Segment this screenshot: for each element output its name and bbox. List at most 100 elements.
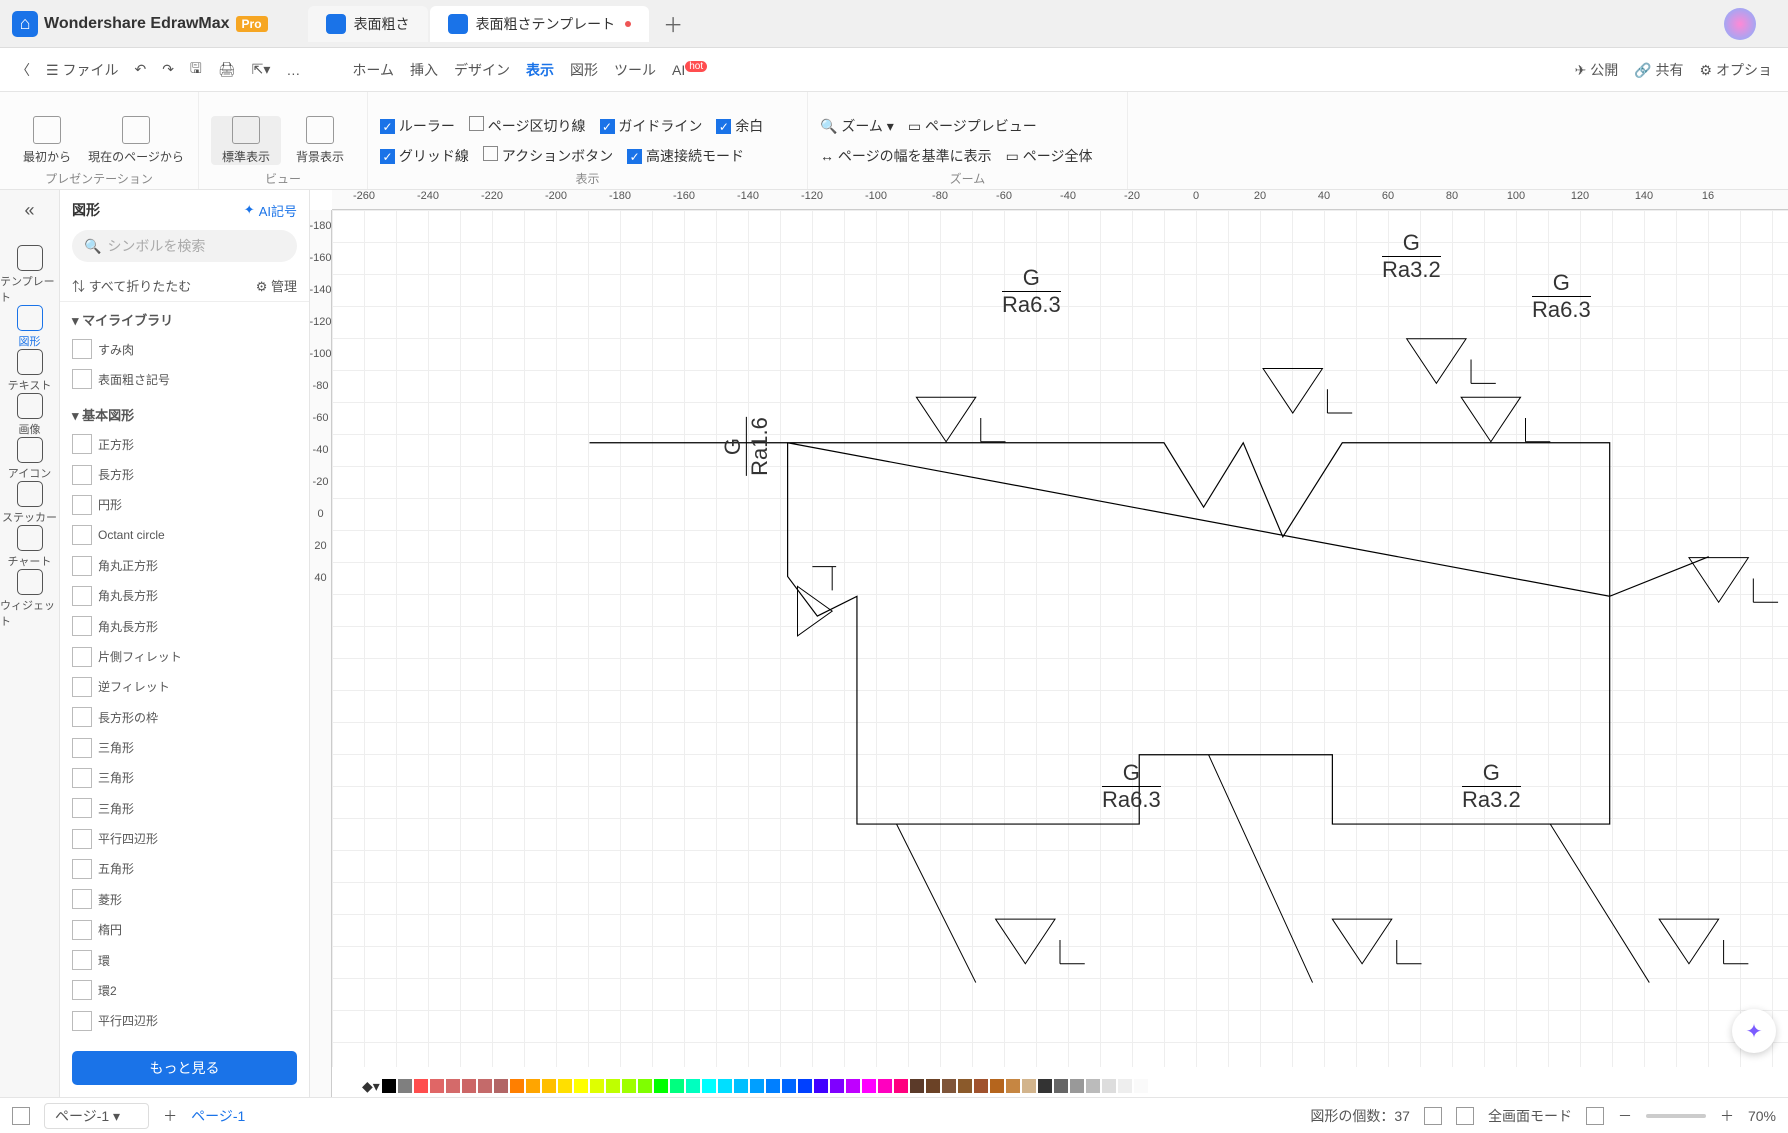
chk-fast-connect[interactable]: ✓ 高速接続モード [627, 146, 744, 166]
shape-item[interactable]: 長方形の枠 [68, 703, 186, 731]
color-swatch[interactable] [878, 1079, 892, 1093]
shape-item[interactable]: 三角形 [68, 764, 186, 792]
shape-item[interactable]: 平行四辺形 [68, 824, 186, 852]
menu-file[interactable]: ☰ ファイル [46, 60, 118, 80]
canvas[interactable]: GRa6.3GRa3.2GRa6.3GRa1.6GRa1.6GRa6.3GRa3… [332, 210, 1788, 1067]
horizontal-ruler[interactable]: -260-240-220-200-180-160-140-120-100-80-… [332, 190, 1788, 210]
color-swatch[interactable] [430, 1079, 444, 1093]
page-list-icon[interactable] [12, 1107, 30, 1125]
shape-item[interactable]: 逆フィレット [68, 673, 186, 701]
shape-item[interactable]: 長方形 [68, 460, 186, 488]
share-button[interactable]: 🔗 共有 [1634, 60, 1683, 80]
shape-item[interactable]: 楕円 [68, 916, 186, 944]
color-swatch[interactable] [1038, 1079, 1052, 1093]
collapse-rail-button[interactable]: « [24, 200, 34, 221]
color-swatch[interactable] [1150, 1079, 1164, 1093]
play-icon[interactable] [1586, 1107, 1604, 1125]
menu-shape[interactable]: 図形 [570, 60, 598, 80]
shape-item[interactable]: すみ肉 [68, 335, 186, 363]
roughness-annotation[interactable]: GRa1.6 [720, 417, 773, 476]
color-swatch[interactable] [846, 1079, 860, 1093]
shape-item[interactable]: 平行四辺形 [68, 1007, 186, 1035]
shape-item[interactable]: 環2 [68, 976, 186, 1004]
ai-fab-button[interactable]: ✦ [1732, 1009, 1776, 1053]
color-swatch[interactable] [926, 1079, 940, 1093]
color-swatch[interactable] [718, 1079, 732, 1093]
color-swatch[interactable] [606, 1079, 620, 1093]
color-swatch[interactable] [894, 1079, 908, 1093]
shape-item[interactable]: 角丸長方形 [68, 612, 186, 640]
shape-item[interactable]: 角丸長方形 [68, 582, 186, 610]
color-swatch[interactable] [654, 1079, 668, 1093]
back-button[interactable]: 〈 [16, 60, 30, 80]
vertical-ruler[interactable]: -180-160-140-120-100-80-60-40-2002040 [310, 210, 332, 1097]
zoom-in-button[interactable]: ＋ [1720, 1106, 1734, 1126]
color-swatch[interactable] [798, 1079, 812, 1093]
color-swatch[interactable] [734, 1079, 748, 1093]
page-link[interactable]: ページ-1 [191, 1106, 245, 1126]
page-preview-button[interactable]: ▭ ページプレビュー [908, 116, 1037, 136]
collapse-all-button[interactable]: ⇅ すべて折りたたむ [72, 276, 191, 295]
shape-item[interactable]: 片側フィレット [68, 642, 186, 670]
color-swatch[interactable] [766, 1079, 780, 1093]
color-swatch[interactable] [542, 1079, 556, 1093]
shape-item[interactable]: 三角形 [68, 794, 186, 822]
color-swatch[interactable] [1102, 1079, 1116, 1093]
color-swatch[interactable] [558, 1079, 572, 1093]
color-swatch[interactable] [1134, 1079, 1148, 1093]
color-swatch[interactable] [862, 1079, 876, 1093]
color-swatch[interactable] [478, 1079, 492, 1093]
color-palette[interactable]: ◆▾ [332, 1075, 1788, 1097]
whole-page-button[interactable]: ▭ ページ全体 [1006, 146, 1093, 166]
symbol-search-input[interactable]: 🔍 シンボルを検索 [72, 230, 297, 262]
color-swatch[interactable] [1006, 1079, 1020, 1093]
tab-surface-roughness[interactable]: 表面粗さ [308, 6, 428, 42]
shape-item[interactable]: 菱形 [68, 885, 186, 913]
menu-view[interactable]: 表示 [526, 60, 554, 80]
shape-item[interactable]: 五角形 [68, 855, 186, 883]
menu-tool[interactable]: ツール [614, 60, 656, 80]
color-swatch[interactable] [942, 1079, 956, 1093]
color-swatch[interactable] [1070, 1079, 1084, 1093]
color-swatch[interactable] [398, 1079, 412, 1093]
color-swatch[interactable] [510, 1079, 524, 1093]
color-swatch[interactable] [638, 1079, 652, 1093]
chk-ruler[interactable]: ✓ ルーラー [380, 116, 455, 136]
page-selector[interactable]: ページ-1 ▾ [44, 1103, 149, 1129]
section-my-library[interactable]: ▾ マイライブラリ [60, 302, 309, 331]
color-swatch[interactable] [910, 1079, 924, 1093]
color-swatch[interactable] [702, 1079, 716, 1093]
menu-ai[interactable]: AIhot [672, 62, 707, 78]
color-swatch[interactable] [974, 1079, 988, 1093]
redo-button[interactable]: ↷ [162, 61, 174, 78]
color-swatch[interactable] [750, 1079, 764, 1093]
present-from-current[interactable]: 現在のページから [86, 116, 186, 165]
fit-width-button[interactable]: ↔ ページの幅を基準に表示 [820, 146, 992, 166]
chk-guideline[interactable]: ✓ ガイドライン [600, 116, 703, 136]
rail-item-3[interactable]: 画像 [0, 393, 59, 437]
publish-button[interactable]: ✈ 公開 [1575, 60, 1619, 80]
color-swatch[interactable] [1086, 1079, 1100, 1093]
user-avatar[interactable] [1724, 8, 1756, 40]
print-button[interactable]: 🖨 [218, 61, 236, 78]
menu-design[interactable]: デザイン [454, 60, 510, 80]
ai-symbol-button[interactable]: ✦ AI記号 [244, 201, 297, 220]
see-more-button[interactable]: もっと見る [72, 1051, 297, 1085]
shape-item[interactable]: 円形 [68, 491, 186, 519]
zoom-button[interactable]: 🔍 ズーム ▾ [820, 116, 894, 136]
rail-item-5[interactable]: ステッカー [0, 481, 59, 525]
shape-item[interactable]: Octant circle [68, 521, 186, 549]
rail-item-6[interactable]: チャート [0, 525, 59, 569]
chk-page-break[interactable]: ページ区切り線 [469, 116, 586, 136]
standard-view[interactable]: 標準表示 [211, 116, 281, 165]
shape-item[interactable]: 環 [68, 946, 186, 974]
rail-item-4[interactable]: アイコン [0, 437, 59, 481]
roughness-annotation[interactable]: GRa3.2 [1382, 230, 1441, 283]
color-swatch[interactable] [1054, 1079, 1068, 1093]
shape-item[interactable]: 三角形 [68, 733, 186, 761]
roughness-annotation[interactable]: GRa6.3 [1102, 760, 1161, 813]
color-swatch[interactable] [830, 1079, 844, 1093]
chk-gridline[interactable]: ✓ グリッド線 [380, 146, 469, 166]
shape-item[interactable]: 正方形 [68, 430, 186, 458]
manage-button[interactable]: ⚙ 管理 [256, 276, 297, 295]
